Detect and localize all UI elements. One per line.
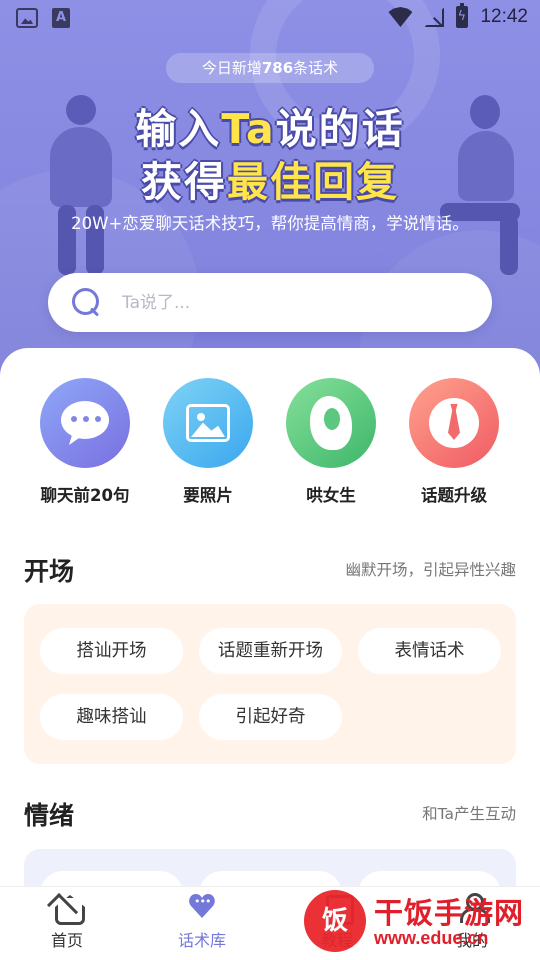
section-desc-opening: 幽默开场，引起异性兴趣 (345, 561, 516, 579)
quick-action-ask-photo[interactable]: 要照片 (148, 378, 268, 506)
quick-action-label: 哄女生 (306, 486, 356, 505)
image-icon (16, 8, 38, 28)
search-icon[interactable] (72, 287, 102, 318)
watermark-logo: 饭 (304, 890, 366, 952)
new-scripts-count: 786 (261, 59, 294, 77)
quick-action-label: 聊天前20句 (40, 486, 130, 505)
headline-line2: 获得最佳回复 (141, 158, 399, 206)
quick-action-coax-girl[interactable]: 哄女生 (271, 378, 391, 506)
site-watermark: 饭 干饭手游网 www.edue.cn (300, 888, 540, 960)
quick-action-topic-upgrade[interactable]: 话题升级 (394, 378, 514, 506)
tag-spark-curiosity[interactable]: 引起好奇 (199, 694, 342, 740)
girl-icon (286, 378, 376, 468)
heart-chat-icon (187, 893, 217, 921)
picture-icon (163, 378, 253, 468)
battery-charging-icon (456, 3, 469, 28)
quick-action-label: 要照片 (183, 486, 233, 505)
section-title-opening: 开场 (24, 557, 75, 586)
quick-action-label: 话题升级 (421, 486, 487, 505)
section-desc-emotion: 和Ta产生互动 (422, 805, 516, 823)
search-input[interactable] (122, 292, 452, 313)
watermark-url: www.edue.cn (374, 928, 489, 948)
nav-scripts[interactable]: 话术库 (152, 893, 252, 951)
no-signal-icon (424, 7, 445, 27)
nav-label: 首页 (50, 931, 83, 950)
status-time: 12:42 (480, 6, 528, 27)
content-panel: 聊天前20句 要照片 哄女生 话题升级 开场 幽默开场，引起异性兴趣 搭讪开场 … (0, 348, 540, 960)
home-icon (52, 893, 82, 921)
hero-tagline: 20W+恋爱聊天话术技巧，帮你提高情商，学说情话。 (71, 214, 469, 233)
new-scripts-badge: 今日新增786条话术 (166, 53, 374, 83)
nav-label: 话术库 (177, 931, 226, 950)
tag-fun-chat-up[interactable]: 趣味搭讪 (40, 694, 183, 740)
headline-line1: 输入Ta说的话 (135, 105, 405, 153)
status-bar: A 12:42 (0, 0, 540, 36)
hero-banner: A 12:42 今日新增786条话术 输入Ta说的话 获得最佳回复 20W+恋爱… (0, 0, 540, 400)
nav-home[interactable]: 首页 (17, 893, 117, 951)
section-title-emotion: 情绪 (24, 801, 75, 830)
search-bar[interactable] (48, 273, 492, 332)
quick-action-chat-20[interactable]: 聊天前20句 (25, 378, 145, 506)
tag-emoji-scripts[interactable]: 表情话术 (358, 628, 501, 674)
wifi-icon (388, 7, 413, 27)
tie-icon (409, 378, 499, 468)
watermark-title: 干饭手游网 (374, 896, 525, 930)
tag-topic-restart[interactable]: 话题重新开场 (199, 628, 342, 674)
opening-tags-box: 搭讪开场 话题重新开场 表情话术 趣味搭讪 引起好奇 (24, 604, 516, 764)
quick-actions: 聊天前20句 要照片 哄女生 话题升级 (0, 378, 540, 508)
tag-chat-up-opening[interactable]: 搭讪开场 (40, 628, 183, 674)
font-a-icon: A (52, 8, 70, 28)
chat-bubble-icon (40, 378, 130, 468)
